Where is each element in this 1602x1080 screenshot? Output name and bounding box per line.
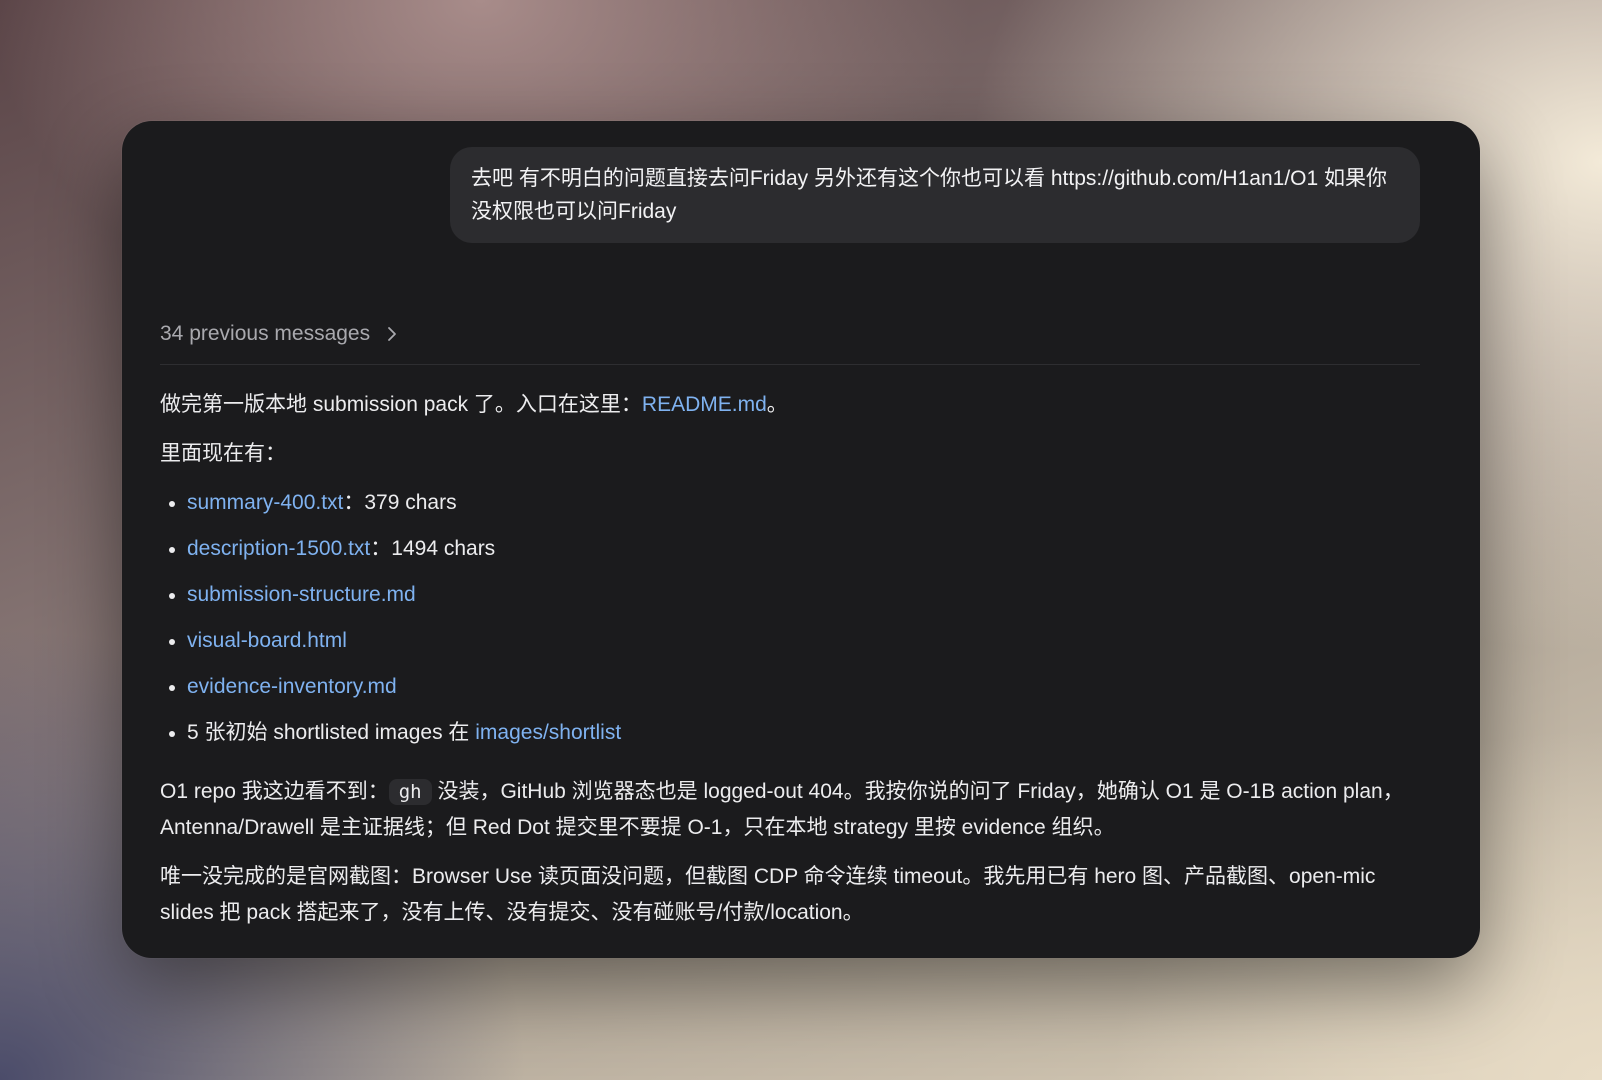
readme-link[interactable]: README.md	[642, 393, 767, 416]
summary-file-chars: ：379 chars	[343, 491, 457, 514]
repo-text-before: O1 repo 我这边看不到：	[160, 780, 389, 803]
visual-board-link[interactable]: visual-board.html	[187, 629, 347, 652]
intro-text: 做完第一版本地 submission pack 了。入口在这里：	[160, 393, 642, 416]
inline-code-gh: gh	[388, 779, 432, 805]
list-item: summary-400.txt：379 chars	[160, 485, 1422, 531]
previous-messages-label: 34 previous messages	[160, 322, 371, 345]
user-message-bubble: 去吧 有不明白的问题直接去问Friday 另外还有这个你也可以看 https:/…	[450, 147, 1420, 243]
contents-heading: 里面现在有：	[160, 442, 286, 465]
summary-file-link[interactable]: summary-400.txt	[187, 491, 343, 514]
chevron-right-icon	[384, 326, 400, 342]
list-item: 5 张初始 shortlisted images 在 images/shortl…	[160, 715, 1422, 761]
submission-structure-link[interactable]: submission-structure.md	[187, 583, 416, 606]
shortlist-prefix: 5 张初始 shortlisted images 在	[187, 721, 476, 744]
list-item: submission-structure.md	[160, 577, 1422, 623]
user-message-text: 去吧 有不明白的问题直接去问Friday 另外还有这个你也可以看 https:/…	[471, 167, 1387, 223]
description-file-link[interactable]: description-1500.txt	[187, 537, 370, 560]
intro-paragraph: 做完第一版本地 submission pack 了。入口在这里：README.m…	[160, 387, 1422, 423]
list-item: description-1500.txt：1494 chars	[160, 531, 1422, 577]
assistant-message: 做完第一版本地 submission pack 了。入口在这里：README.m…	[160, 387, 1422, 944]
final-paragraph: 唯一没完成的是官网截图：Browser Use 读页面没问题，但截图 CDP 命…	[160, 865, 1376, 924]
shortlist-folder-link[interactable]: images/shortlist	[475, 721, 621, 744]
evidence-inventory-link[interactable]: evidence-inventory.md	[187, 675, 397, 698]
previous-messages-toggle[interactable]: 34 previous messages	[160, 321, 1420, 365]
intro-end: 。	[766, 393, 788, 416]
repo-paragraph: O1 repo 我这边看不到： gh 没装，GitHub 浏览器态也是 logge…	[160, 774, 1422, 846]
description-file-chars: ：1494 chars	[370, 537, 496, 560]
file-list: summary-400.txt：379 chars description-15…	[160, 485, 1422, 761]
list-item: evidence-inventory.md	[160, 669, 1422, 715]
list-item: visual-board.html	[160, 623, 1422, 669]
chat-window: 去吧 有不明白的问题直接去问Friday 另外还有这个你也可以看 https:/…	[122, 121, 1480, 958]
